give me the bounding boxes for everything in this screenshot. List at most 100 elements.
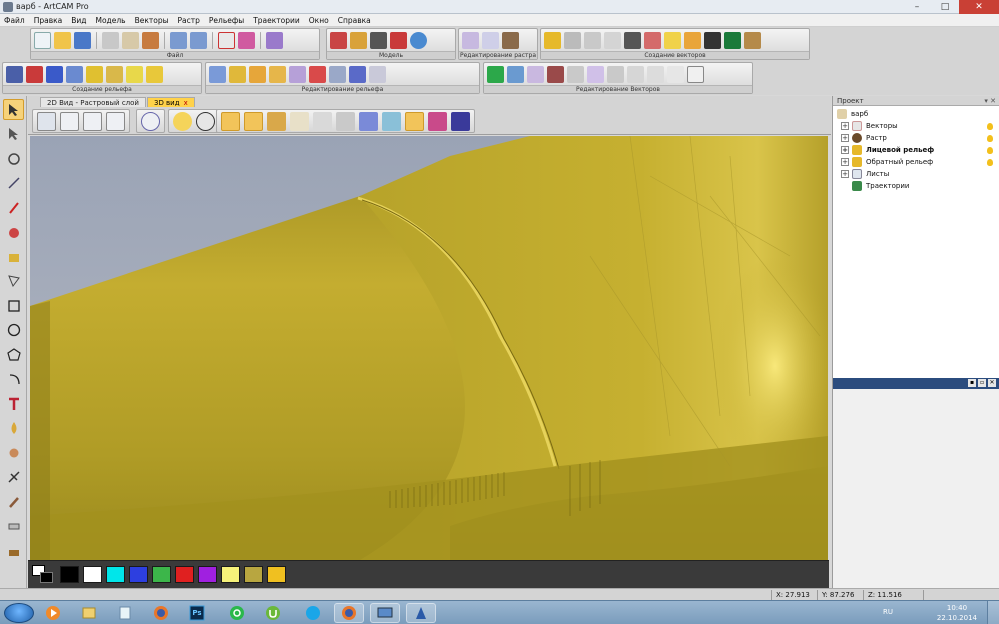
photoshop-icon[interactable]: Ps [182,603,212,623]
nesting-icon[interactable] [704,32,721,49]
arc-tool-icon[interactable] [3,369,24,390]
draw-icon[interactable] [218,32,235,49]
artcam-window-icon[interactable] [406,603,436,623]
tree-item-front-relief[interactable]: + Лицевой рельеф [837,144,999,156]
pen-tool-icon[interactable] [3,197,24,218]
menu-edit[interactable]: Правка [34,16,63,25]
texture-icon[interactable] [126,66,143,83]
media-player-icon[interactable] [38,603,68,623]
tree-item-toolpaths[interactable]: Траектории [837,180,999,192]
bump-icon[interactable] [26,66,43,83]
drop-tool-icon[interactable] [3,418,24,439]
color-swatch[interactable] [198,566,217,583]
eraser-tool-icon[interactable] [3,516,24,537]
model-size-icon[interactable] [330,32,347,49]
explorer-icon[interactable] [74,603,104,623]
color-swatch[interactable] [129,566,148,583]
relief-color-icon[interactable] [390,32,407,49]
wave-icon[interactable] [547,66,564,83]
circles-icon[interactable] [684,32,701,49]
fade-icon[interactable] [369,66,386,83]
rectangle-tool-icon[interactable] [3,295,24,316]
maximize-button[interactable]: □ [931,0,959,14]
close-button[interactable]: ✕ [959,0,999,14]
color-swatch[interactable] [244,566,263,583]
panel-float-button[interactable]: ▫ [978,379,986,387]
align-icon[interactable] [567,66,584,83]
tools-icon[interactable] [266,32,283,49]
visibility-bulb-icon[interactable] [987,146,993,154]
shaded-icon[interactable] [405,112,424,131]
color-swatch[interactable] [106,566,125,583]
menu-view[interactable]: Вид [71,16,86,25]
vector-select-icon[interactable] [3,271,24,292]
3d-viewport[interactable] [30,136,828,560]
menu-vectors[interactable]: Векторы [135,16,169,25]
tree-root[interactable]: варб [837,108,999,120]
expand-icon[interactable]: + [841,122,849,130]
trim-icon[interactable] [647,66,664,83]
fill-icon[interactable] [482,32,499,49]
wireframe-icon[interactable] [336,112,355,131]
machine-icon[interactable] [370,32,387,49]
expand-icon[interactable]: + [841,146,849,154]
depth-shade-icon[interactable] [451,112,470,131]
visibility-bulb-icon[interactable] [987,158,993,166]
visibility-bulb-icon[interactable] [987,122,993,130]
mushroom-icon[interactable] [309,66,326,83]
axes-icon[interactable] [244,112,263,131]
text-tool-icon[interactable] [3,393,24,414]
zoom-icon[interactable] [141,112,160,131]
firefox-icon[interactable] [146,603,176,623]
sweep-icon[interactable] [86,66,103,83]
material-icon[interactable] [267,112,286,131]
select-tool-icon[interactable] [3,99,24,120]
light-bulb-icon[interactable] [173,112,192,131]
expand-icon[interactable]: + [841,134,849,142]
star-vector-icon[interactable] [544,32,561,49]
menu-model[interactable]: Модель [96,16,126,25]
offset-icon[interactable] [349,66,366,83]
teddy-icon[interactable] [350,32,367,49]
rotate-icon[interactable] [607,66,624,83]
utorrent-icon[interactable] [258,603,288,623]
fit-icon[interactable] [687,66,704,83]
color-swatch[interactable] [267,566,286,583]
properties-icon[interactable] [238,32,255,49]
hand-tool-icon[interactable] [3,442,24,463]
vector-transform-icon[interactable] [507,66,524,83]
bezier-icon[interactable] [584,32,601,49]
extrude-icon[interactable] [66,66,83,83]
simulation-icon[interactable] [313,112,332,131]
fill-tool-icon[interactable] [3,246,24,267]
undo-icon[interactable] [170,32,187,49]
brush-icon[interactable] [502,32,519,49]
paint-tool-icon[interactable] [3,222,24,243]
smooth-icon[interactable] [209,66,226,83]
diamond-icon[interactable] [664,32,681,49]
menu-toolpaths[interactable]: Траектории [253,16,300,25]
eye-icon[interactable] [196,112,215,131]
tab-3d-view[interactable]: 3D вид x [146,97,195,107]
notepad-icon[interactable] [110,603,140,623]
tree-item-raster[interactable]: + Растр [837,132,999,144]
open-file-icon[interactable] [54,32,71,49]
clock[interactable]: 10:40 22.10.2014 [937,603,977,623]
wrap-icon[interactable] [329,66,346,83]
shape-editor-icon[interactable] [6,66,23,83]
front-view-icon[interactable] [83,112,102,131]
remote-desktop-icon[interactable] [370,603,400,623]
skype-icon[interactable] [298,603,328,623]
stamp-tool-icon[interactable] [3,540,24,561]
menu-file[interactable]: Файл [4,16,25,25]
measure-tool-icon[interactable] [3,173,24,194]
vectors-display-icon[interactable] [359,112,378,131]
text-block-icon[interactable] [724,32,741,49]
sphere-icon[interactable] [410,32,427,49]
join-icon[interactable] [667,66,684,83]
transform-tool-icon[interactable] [3,148,24,169]
node-edit-icon[interactable] [487,66,504,83]
pencil-icon[interactable] [644,32,661,49]
relief-plane-icon[interactable] [221,112,240,131]
menu-raster[interactable]: Растр [178,16,200,25]
